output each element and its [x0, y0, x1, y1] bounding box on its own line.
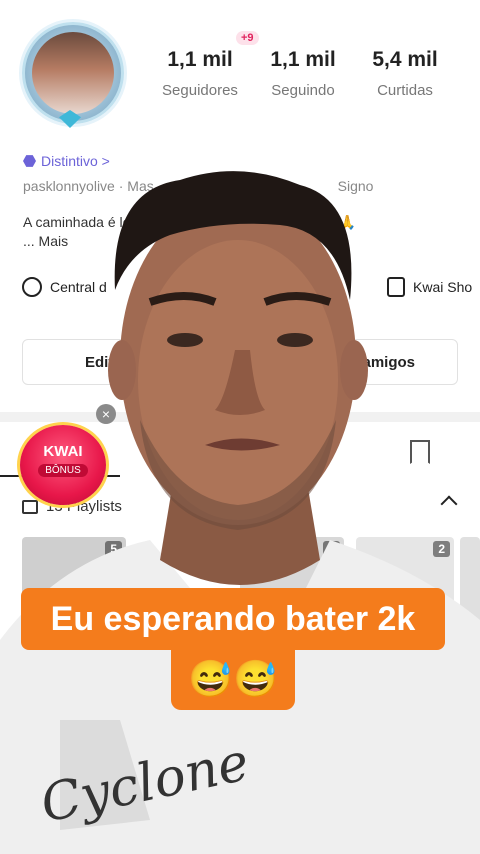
bookmark-icon[interactable]: [410, 440, 430, 464]
avatar-photo: [32, 32, 114, 114]
kwai-bonus-title: KWAI: [43, 443, 83, 460]
bio: A caminhada é lo ♥🙏 ... Mais: [23, 213, 356, 251]
profile-actions: Edita ar amigos: [22, 339, 458, 385]
stat-followers[interactable]: 1,1 mil Seguidores: [150, 48, 250, 99]
caption-line-1: Eu esperando bater 2k: [21, 588, 445, 650]
caption-emoji-line: 😅😅: [171, 648, 295, 710]
playlist-count: 2: [433, 541, 450, 557]
bio-more-link[interactable]: ... Mais: [23, 233, 68, 249]
chevron-up-icon[interactable]: [440, 495, 458, 513]
username-text: pasklonnyolive · Mas: [23, 178, 154, 194]
stat-following[interactable]: 1,1 mil Seguindo: [253, 48, 353, 99]
playlist-count: 2: [323, 541, 340, 557]
kwai-shop-label: Kwai Sho: [413, 279, 473, 295]
kwai-shop-link[interactable]: Kwai Sho: [387, 277, 472, 297]
followers-new-badge: +9: [236, 31, 259, 45]
followers-count: 1,1 mil: [167, 48, 233, 71]
central-link[interactable]: Central d: [22, 277, 107, 297]
bio-text: A caminhada é lo: [23, 214, 131, 230]
section-divider: [0, 412, 480, 422]
playlist-count: 5: [105, 541, 122, 557]
find-friends-button[interactable]: ar amigos: [344, 354, 415, 371]
bio-emoji: ♥🙏: [330, 214, 357, 230]
username-line: pasklonnyolive · Mas Signo: [23, 178, 373, 194]
playlist-thumb[interactable]: [460, 537, 480, 627]
stat-likes[interactable]: 5,4 mil Curtidas: [355, 48, 455, 99]
playlist-icon: [22, 499, 38, 514]
distintivo-icon: [23, 155, 36, 167]
zodiac-text: Signo: [337, 178, 374, 194]
edit-profile-button[interactable]: Edita: [85, 354, 122, 371]
kwai-bonus-badge[interactable]: KWAI BÔNUS: [20, 425, 106, 505]
central-label: Central d: [50, 279, 107, 295]
followers-label: Seguidores: [162, 82, 238, 99]
following-count: 1,1 mil: [270, 48, 336, 71]
close-bonus-button[interactable]: ×: [96, 404, 116, 424]
kwai-bonus-subtitle: BÔNUS: [38, 464, 88, 477]
avatar[interactable]: [22, 22, 124, 124]
lightning-icon: [22, 277, 42, 297]
following-label: Seguindo: [271, 82, 335, 99]
likes-label: Curtidas: [377, 82, 433, 99]
distintivo-link[interactable]: Distintivo >: [23, 153, 110, 169]
shopping-bag-icon: [387, 277, 405, 297]
distintivo-label: Distintivo >: [41, 153, 110, 169]
likes-count: 5,4 mil: [372, 48, 438, 71]
